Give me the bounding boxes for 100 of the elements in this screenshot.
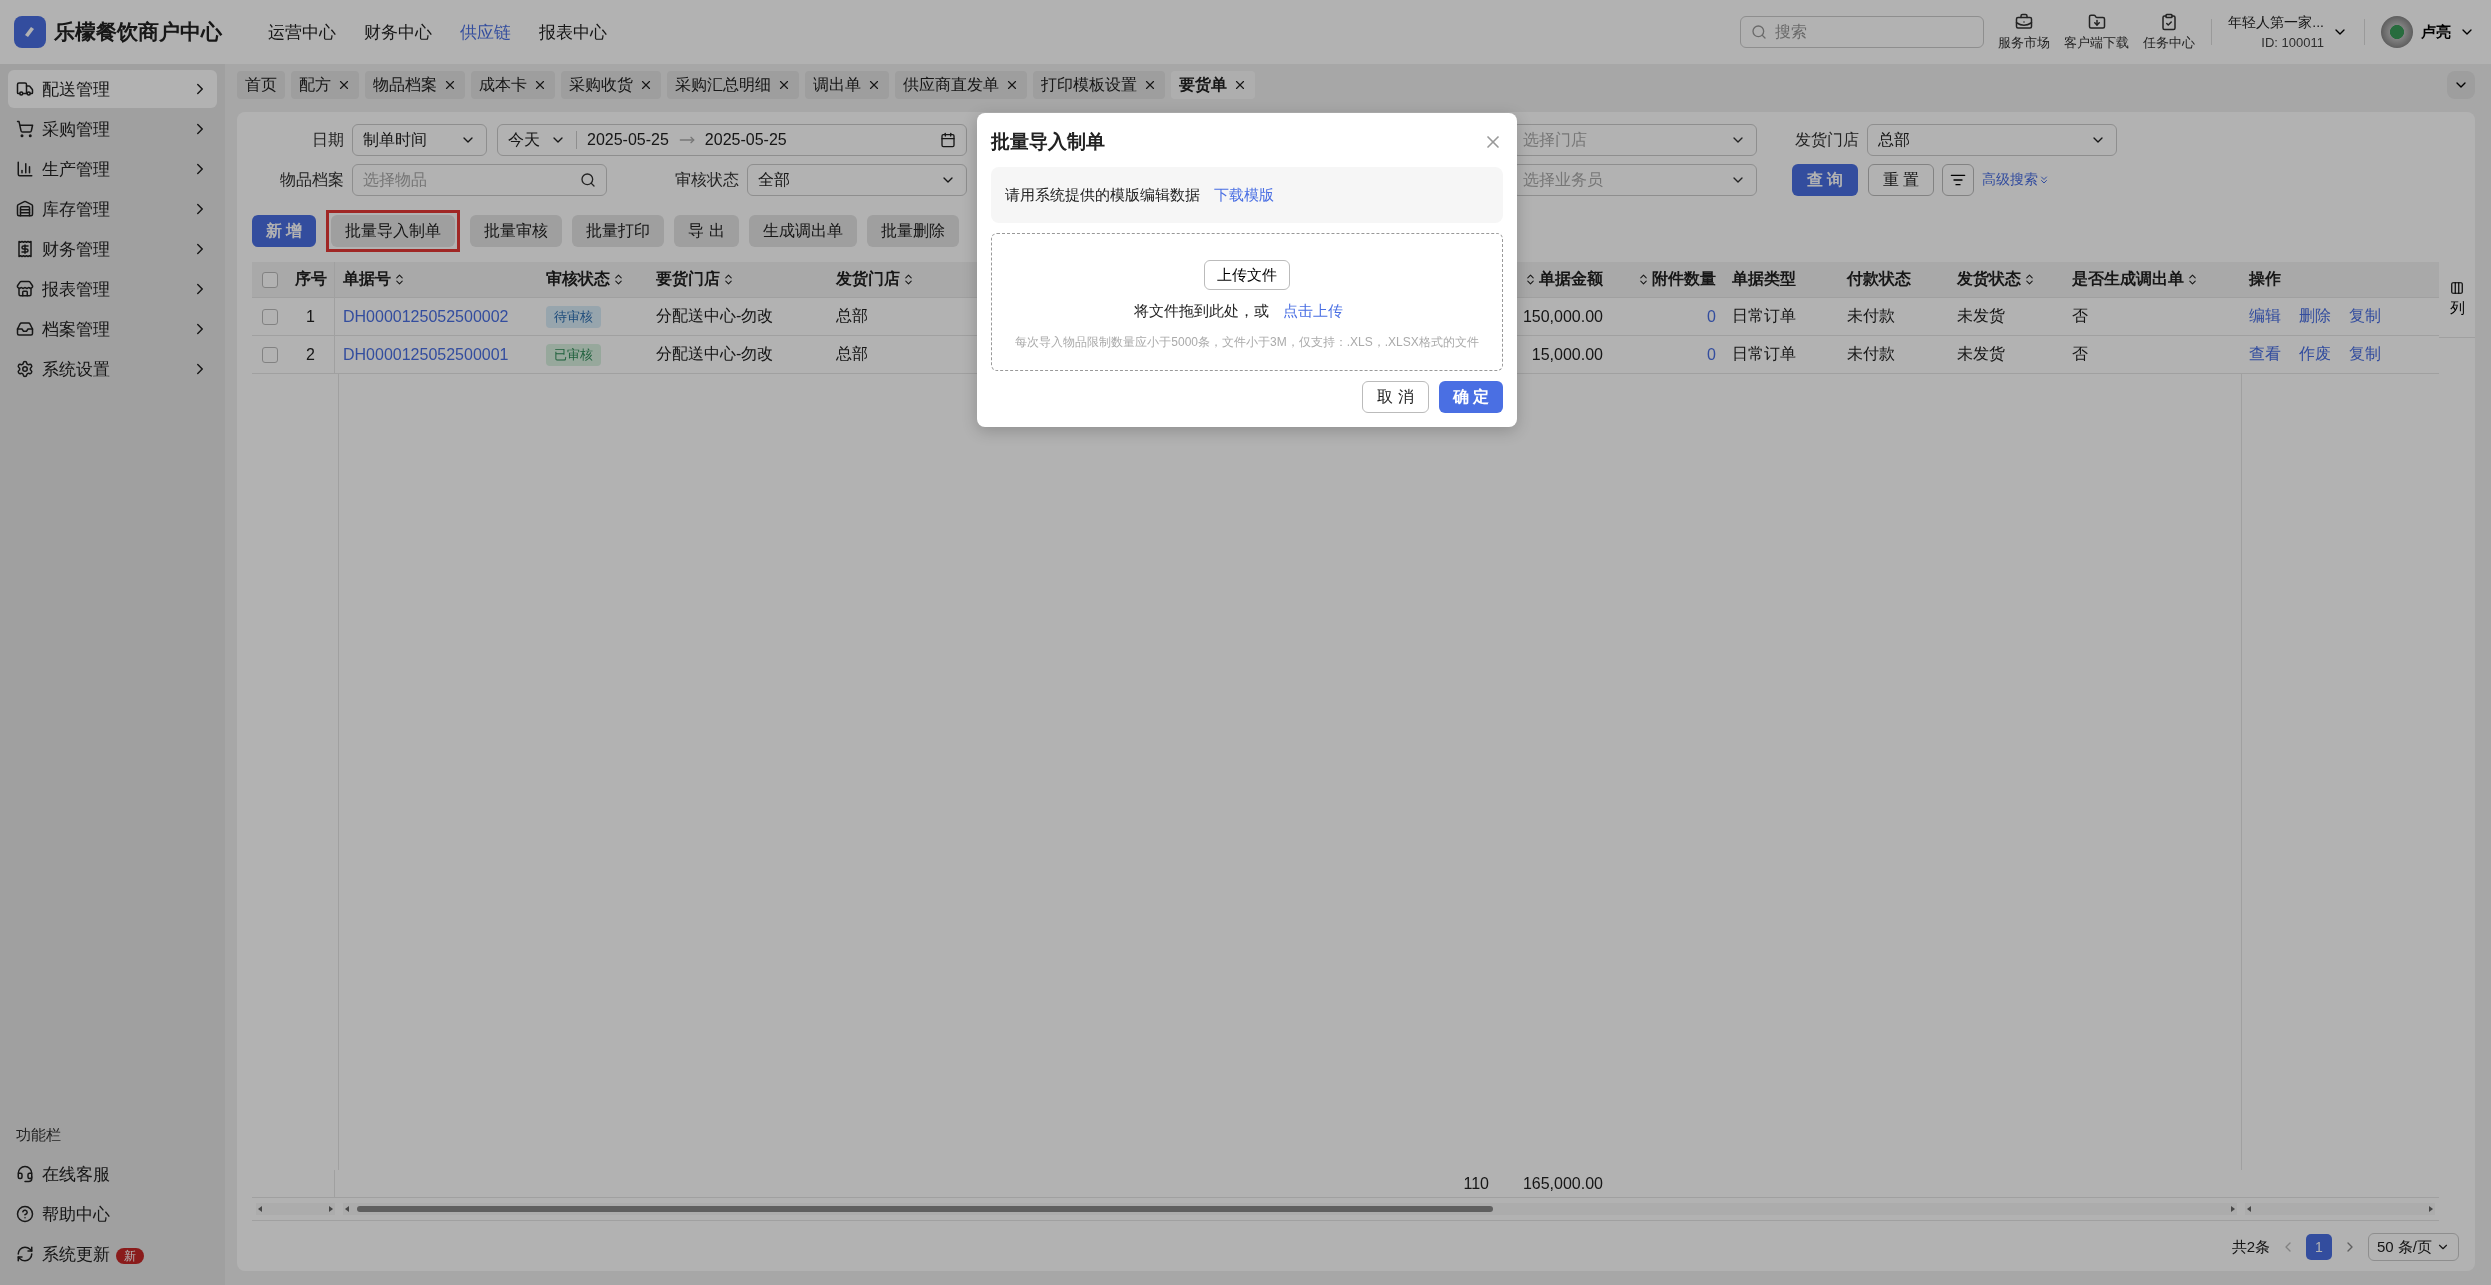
action-link[interactable]: 作废 [2299,344,2331,365]
column-header[interactable]: 附件数量 [1637,269,1716,290]
toolbar-button[interactable]: 批量删除 [866,215,959,247]
column-header[interactable]: 是否生成调出单 [2072,269,2199,290]
column-header[interactable]: 序号 [294,269,327,290]
page-tab[interactable]: 成本卡 [471,71,555,99]
field-label: 物品档案 [279,169,345,190]
close-icon[interactable] [337,78,351,92]
column-header[interactable]: 操作 [2249,269,2281,290]
scroll-right-icon[interactable] [2229,1205,2237,1213]
query-button[interactable]: 查 询 [1792,164,1858,196]
page-tab[interactable]: 首页 [237,71,285,99]
column-header[interactable]: 付款状态 [1847,269,1911,290]
order-number-link[interactable]: DH0000125052500002 [343,307,509,326]
close-icon[interactable] [867,78,881,92]
horizontal-scrollbar[interactable] [2245,1203,2435,1215]
page-tab[interactable]: 物品档案 [365,71,465,99]
sidebar-item[interactable]: 配送管理 [8,70,217,108]
search-input[interactable]: 搜索 [1773,22,1954,42]
shortcut-button[interactable]: 客户端下载 [2064,12,2130,52]
scroll-left-icon[interactable] [343,1205,351,1213]
close-icon[interactable] [1005,78,1019,92]
sidebar-item[interactable]: 库存管理 [8,190,217,228]
sidebar-item[interactable]: 系统设置 [8,350,217,388]
sidebar-item[interactable]: 报表管理 [8,270,217,308]
column-header[interactable]: 发货状态 [1957,269,2036,290]
toolbar-button[interactable]: 导 出 [674,215,739,247]
page-button[interactable]: 1 [2305,1234,2332,1260]
tabs-menu-button[interactable] [2447,71,2475,99]
column-header[interactable]: 发货门店 [836,269,915,290]
sidebar-item[interactable]: 档案管理 [8,310,217,348]
column-header[interactable]: 单据类型 [1732,269,1796,290]
action-link[interactable]: 编辑 [2249,306,2281,327]
upload-drop-zone[interactable]: 上传文件 将文件拖到此处，或 点击上传 每次导入物品限制数量应小于5000条，文件小于3M，仅支持：.XLS，.XLSX格式的文件 [991,233,1503,372]
toolbar-button[interactable]: 新 增 [252,215,317,247]
reset-button[interactable]: 重 置 [1868,164,1934,196]
page-tab[interactable]: 采购汇总明细 [667,71,799,99]
page-size-select[interactable]: 50 条/页 [2367,1233,2459,1261]
row-checkbox[interactable] [261,346,278,363]
date-type-select[interactable]: 制单时间 [352,124,487,156]
upload-file-button[interactable]: 上传文件 [1204,260,1290,290]
page-tab[interactable]: 要货单 [1171,71,1255,99]
filter-settings-button[interactable] [1942,164,1974,196]
toolbar-button[interactable]: 批量导入制单 [331,215,456,247]
column-header[interactable]: 要货门店 [656,269,735,290]
horizontal-scrollbar[interactable] [343,1203,2237,1215]
refresh-icon [16,1245,34,1263]
nav-link[interactable]: 运营中心 [268,20,336,44]
column-header[interactable]: 审核状态 [546,269,625,290]
horizontal-scrollbar[interactable] [256,1203,335,1215]
scroll-left-icon[interactable] [2245,1205,2253,1213]
select-all-checkbox[interactable] [261,271,278,288]
shortcut-button[interactable]: 服务市场 [1998,12,2051,52]
user-menu[interactable]: 卢亮 [2381,16,2475,48]
page-tab[interactable]: 调出单 [805,71,889,99]
page-tab[interactable]: 采购收货 [561,71,661,99]
close-icon[interactable] [1143,78,1157,92]
nav-link[interactable]: 报表中心 [539,20,607,44]
close-icon[interactable] [1233,78,1247,92]
date-range-field[interactable]: 今天 2025-05-25 2025-05-25 [497,124,967,156]
close-icon[interactable] [639,78,653,92]
cancel-button[interactable]: 取 消 [1362,381,1429,414]
sidebar-item[interactable]: 生产管理 [8,150,217,188]
toolbar-button[interactable]: 批量审核 [470,215,563,247]
nav-link[interactable]: 财务中心 [364,20,432,44]
new-badge: 新 [116,1247,144,1264]
sidebar-item[interactable]: 系统更新 新 [8,1235,217,1273]
action-link[interactable]: 删除 [2299,306,2331,327]
page-tab[interactable]: 打印模板设置 [1033,71,1165,99]
sidebar-item[interactable]: 帮助中心 [8,1195,217,1233]
toolbar-button[interactable]: 生成调出单 [748,215,857,247]
sidebar-item[interactable]: 在线客服 [8,1155,217,1193]
scroll-right-icon[interactable] [327,1205,335,1213]
sidebar-item[interactable]: 采购管理 [8,110,217,148]
ship-store-select[interactable]: 总部 [1867,124,2117,156]
action-link[interactable]: 复制 [2349,306,2381,327]
audit-status-select[interactable]: 全部 [747,164,967,196]
click-upload-link[interactable]: 点击上传 [1282,302,1343,321]
download-template-link[interactable]: 下载模版 [1214,185,1274,205]
close-icon[interactable] [533,78,547,92]
sidebar-item[interactable]: 财务管理 [8,230,217,268]
close-icon[interactable] [443,78,457,92]
advanced-search-link[interactable]: 高级搜索 [1982,171,2050,189]
close-icon[interactable] [777,78,791,92]
scroll-left-icon[interactable] [256,1205,264,1213]
page-tab[interactable]: 配方 [291,71,359,99]
confirm-button[interactable]: 确 定 [1438,381,1503,414]
column-header[interactable]: 单据号 [343,269,406,290]
toolbar-button[interactable]: 批量打印 [572,215,665,247]
page-tab[interactable]: 供应商直发单 [895,71,1027,99]
account-switcher[interactable]: 年轻人第一家... ID: 100011 [2228,14,2348,50]
action-link[interactable]: 查看 [2249,344,2281,365]
nav-link[interactable]: 供应链 [460,20,511,44]
action-link[interactable]: 复制 [2349,344,2381,365]
search-field[interactable]: 搜索 [1740,16,1985,48]
scroll-right-icon[interactable] [2427,1205,2435,1213]
order-number-link[interactable]: DH0000125052500001 [343,345,509,364]
row-checkbox[interactable] [261,308,278,325]
shortcut-button[interactable]: 任务中心 [2143,12,2196,52]
column-header[interactable]: 单据金额 [1524,269,1603,290]
